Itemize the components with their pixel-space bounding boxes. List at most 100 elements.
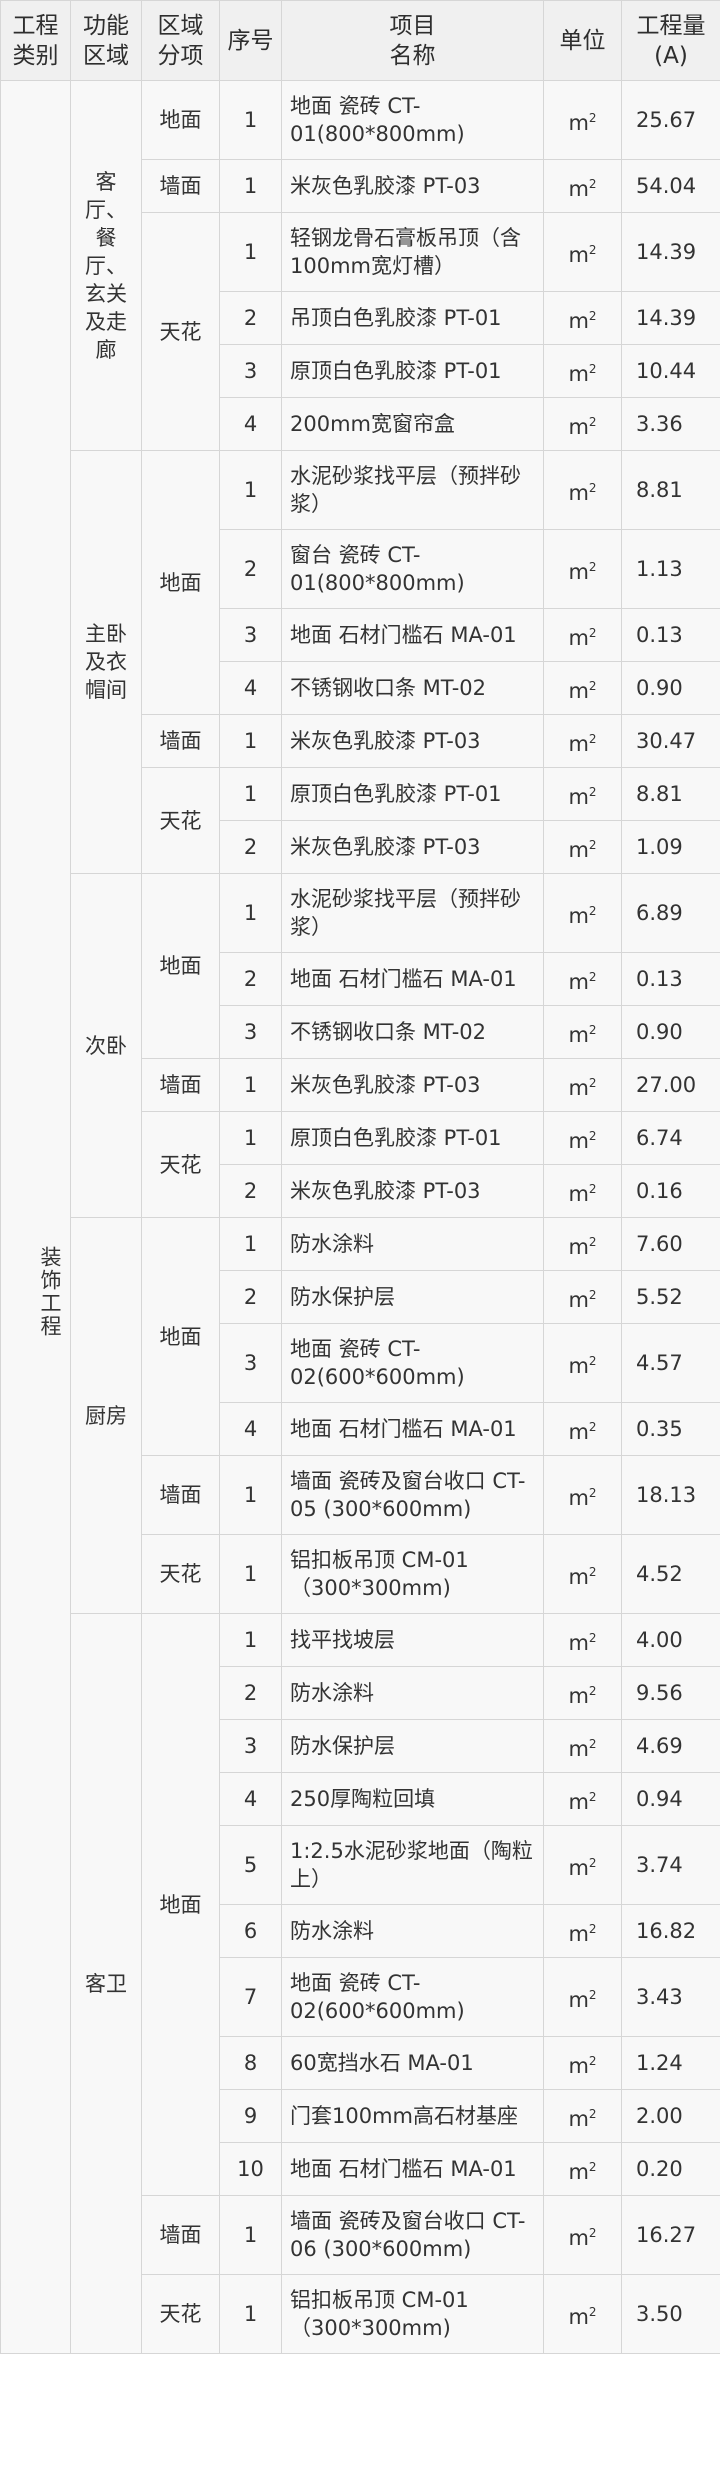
- quantity-cell: 0.35: [621, 1402, 720, 1456]
- unit-cell: m2: [543, 608, 622, 662]
- item-name-cell: 窗台 瓷砖 CT-01(800*800mm): [281, 529, 544, 609]
- header-function-area: 功能 区域: [70, 0, 142, 81]
- quantity-cell: 54.04: [621, 159, 720, 213]
- seq-cell: 1: [219, 1613, 282, 1667]
- seq-cell: 2: [219, 1270, 282, 1324]
- item-name-cell: 不锈钢收口条 MT-02: [281, 1005, 544, 1059]
- item-name-cell: 吊顶白色乳胶漆 PT-01: [281, 291, 544, 345]
- seq-cell: 2: [219, 1164, 282, 1218]
- seq-cell: 1: [219, 714, 282, 768]
- table-row: 厨房 地面 1 防水涂料 m2 7.60: [1, 1217, 720, 1614]
- quantity-cell: 27.00: [621, 1058, 720, 1112]
- zone-cell: 天花: [141, 212, 220, 451]
- zone-cell: 天花: [141, 1534, 220, 1614]
- item-name-cell: 原顶白色乳胶漆 PT-01: [281, 1111, 544, 1165]
- item-name-cell: 墙面 瓷砖及窗台收口 CT-06 (300*600mm): [281, 2195, 544, 2275]
- item-name-cell: 墙面 瓷砖及窗台收口 CT-05 (300*600mm): [281, 1455, 544, 1535]
- unit-cell: m2: [543, 2195, 622, 2275]
- quantity-cell: 16.27: [621, 2195, 720, 2275]
- item-name-cell: 米灰色乳胶漆 PT-03: [281, 159, 544, 213]
- table-row: 客卫 地面 1 找平找坡层 m2 4.00: [1, 1613, 720, 2354]
- unit-cell: m2: [543, 212, 622, 292]
- zone-cell: 墙面: [141, 1058, 220, 1112]
- zone-cell: 天花: [141, 1111, 220, 1218]
- unit-cell: m2: [543, 1772, 622, 1826]
- unit-cell: m2: [543, 80, 622, 160]
- item-name-cell: 铝扣板吊顶 CM-01（300*300mm): [281, 2274, 544, 2354]
- quantity-cell: 9.56: [621, 1666, 720, 1720]
- unit-cell: m2: [543, 1613, 622, 1667]
- quantity-cell: 1.13: [621, 529, 720, 609]
- quantity-cell: 0.94: [621, 1772, 720, 1826]
- unit-cell: m2: [543, 1455, 622, 1535]
- unit-cell: m2: [543, 714, 622, 768]
- header-zone: 区域 分项: [141, 0, 220, 81]
- seq-cell: 1: [219, 1534, 282, 1614]
- unit-cell: m2: [543, 1270, 622, 1324]
- zone-cell: 地面: [141, 450, 220, 715]
- category-cell: 装饰工程: [0, 80, 71, 2354]
- quantity-cell: 14.39: [621, 212, 720, 292]
- unit-cell: m2: [543, 1323, 622, 1403]
- item-name-cell: 防水涂料: [281, 1217, 544, 1271]
- quantity-cell: 4.52: [621, 1534, 720, 1614]
- item-name-cell: 地面 石材门槛石 MA-01: [281, 1402, 544, 1456]
- seq-cell: 1: [219, 873, 282, 953]
- item-name-cell: 防水保护层: [281, 1270, 544, 1324]
- seq-cell: 2: [219, 952, 282, 1006]
- item-name-cell: 轻钢龙骨石膏板吊顶（含100mm宽灯槽）: [281, 212, 544, 292]
- item-name-cell: 找平找坡层: [281, 1613, 544, 1667]
- seq-cell: 2: [219, 291, 282, 345]
- quantity-cell: 1.09: [621, 820, 720, 874]
- unit-cell: m2: [543, 291, 622, 345]
- unit-cell: m2: [543, 529, 622, 609]
- unit-cell: m2: [543, 1534, 622, 1614]
- seq-cell: 1: [219, 2274, 282, 2354]
- zone-cell: 地面: [141, 873, 220, 1059]
- item-name-cell: 防水涂料: [281, 1666, 544, 1720]
- unit-cell: m2: [543, 1005, 622, 1059]
- zone-cell: 地面: [141, 80, 220, 160]
- item-name-cell: 地面 瓷砖 CT-02(600*600mm): [281, 1323, 544, 1403]
- unit-cell: m2: [543, 1666, 622, 1720]
- zone-cell: 地面: [141, 1217, 220, 1456]
- item-name-cell: 地面 石材门槛石 MA-01: [281, 2142, 544, 2196]
- seq-cell: 3: [219, 1719, 282, 1773]
- seq-cell: 2: [219, 529, 282, 609]
- unit-cell: m2: [543, 344, 622, 398]
- unit-cell: m2: [543, 1402, 622, 1456]
- item-name-cell: 米灰色乳胶漆 PT-03: [281, 714, 544, 768]
- zone-cell: 墙面: [141, 2195, 220, 2275]
- quantity-cell: 0.16: [621, 1164, 720, 1218]
- item-name-cell: 米灰色乳胶漆 PT-03: [281, 1058, 544, 1112]
- quantity-cell: 6.74: [621, 1111, 720, 1165]
- item-name-cell: 水泥砂浆找平层（预拌砂浆）: [281, 450, 544, 530]
- quantity-cell: 30.47: [621, 714, 720, 768]
- unit-cell: m2: [543, 1904, 622, 1958]
- seq-cell: 6: [219, 1904, 282, 1958]
- unit-cell: m2: [543, 820, 622, 874]
- seq-cell: 1: [219, 1455, 282, 1535]
- quantity-cell: 4.00: [621, 1613, 720, 1667]
- zone-cell: 墙面: [141, 1455, 220, 1535]
- zone-cell: 天花: [141, 767, 220, 874]
- seq-cell: 1: [219, 1058, 282, 1112]
- seq-cell: 1: [219, 159, 282, 213]
- quantity-cell: 5.52: [621, 1270, 720, 1324]
- quantity-cell: 6.89: [621, 873, 720, 953]
- header-unit: 单位: [543, 0, 622, 81]
- quantity-cell: 3.43: [621, 1957, 720, 2037]
- seq-cell: 4: [219, 397, 282, 451]
- unit-cell: m2: [543, 2274, 622, 2354]
- item-name-cell: 防水保护层: [281, 1719, 544, 1773]
- seq-cell: 10: [219, 2142, 282, 2196]
- item-name-cell: 地面 石材门槛石 MA-01: [281, 608, 544, 662]
- unit-cell: m2: [543, 1058, 622, 1112]
- table-row: 次卧 地面 1 水泥砂浆找平层（预拌砂浆） m2 6.89: [1, 873, 720, 1218]
- area-cell: 厨房: [70, 1217, 142, 1614]
- seq-cell: 7: [219, 1957, 282, 2037]
- table-row: 主卧及衣帽间 地面 1 水泥砂浆找平层（预拌砂浆） m2 8.81: [1, 450, 720, 874]
- header-seq: 序号: [219, 0, 282, 81]
- header-item-name: 项目 名称: [281, 0, 544, 81]
- seq-cell: 9: [219, 2089, 282, 2143]
